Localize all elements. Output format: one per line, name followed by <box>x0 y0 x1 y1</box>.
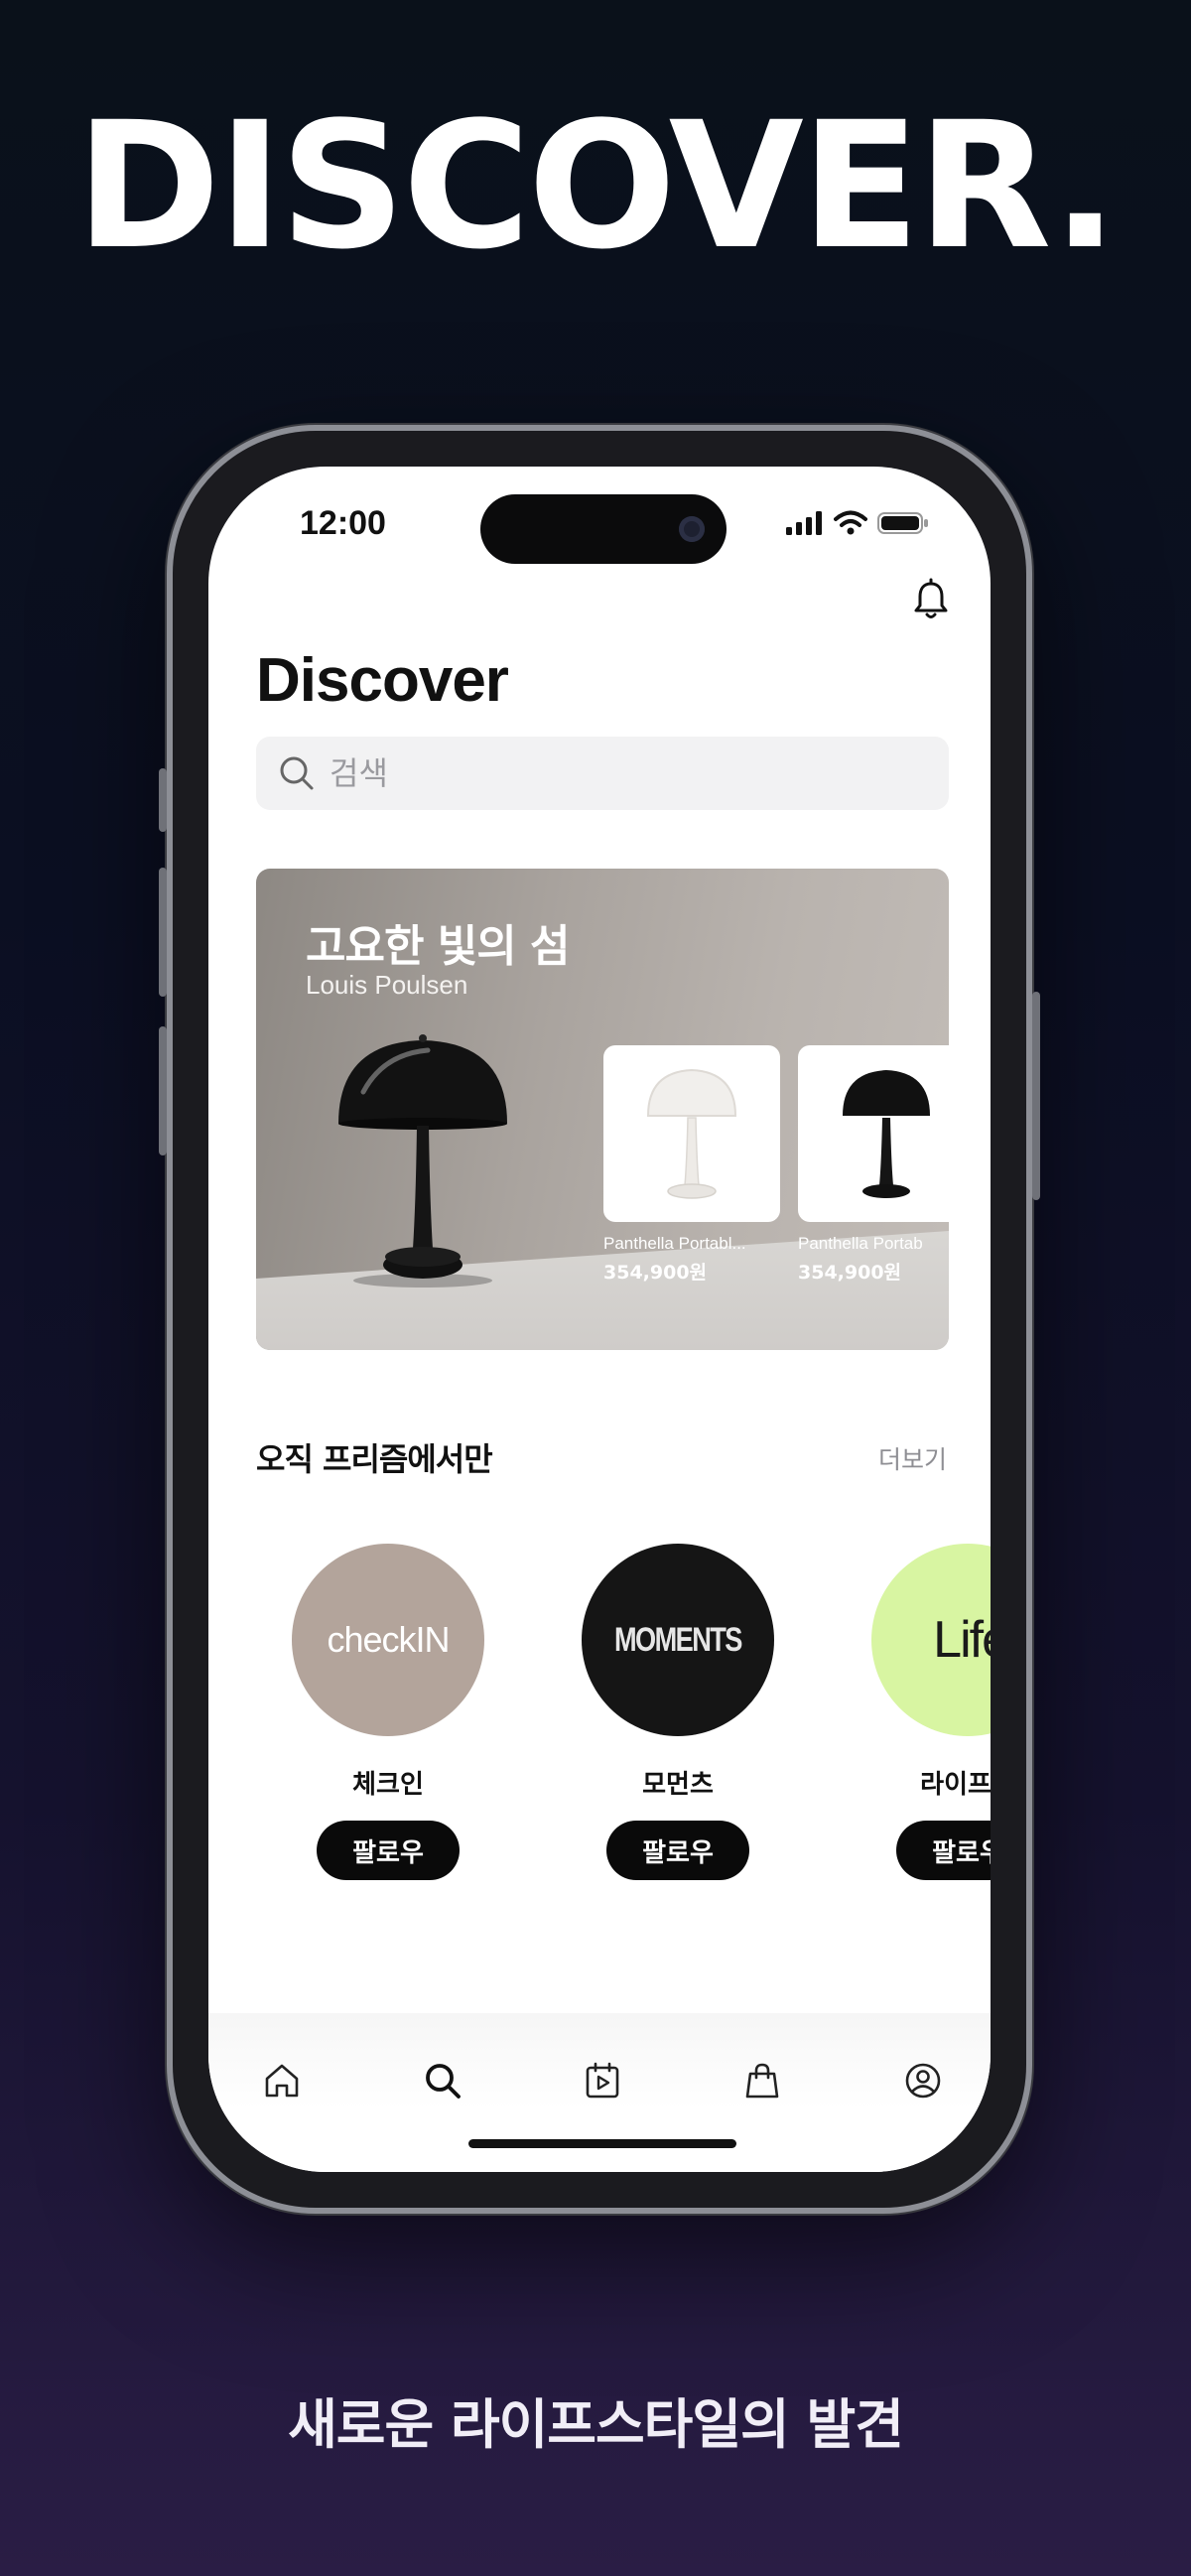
video-calendar-icon <box>586 2062 619 2099</box>
brand-name: 체크인 <box>352 1770 424 1800</box>
black-lamp-image <box>843 1070 930 1198</box>
product-thumbnail <box>603 1045 780 1222</box>
tab-home[interactable] <box>258 2057 306 2104</box>
brand-card[interactable]: LifeLo 라이프로 팔로우 <box>868 1544 991 1880</box>
brand-logo-text: MOMENTS <box>614 1620 742 1659</box>
follow-button[interactable]: 팔로우 <box>317 1821 460 1880</box>
profile-icon <box>905 2063 941 2099</box>
brand-name: 라이프로 <box>920 1770 991 1800</box>
phone-frame: 12:00 Discover 검색 고요한 빛의 섬 Louis Poulsen… <box>159 425 1040 2214</box>
featured-banner[interactable]: 고요한 빛의 섬 Louis Poulsen Panthella Portabl… <box>256 869 949 1350</box>
section-title: 오직 프리즘에서만 <box>256 1440 493 1478</box>
volume-up-button <box>159 868 167 997</box>
status-time: 12:00 <box>300 504 386 542</box>
marketing-tagline: 새로운 라이프스타일의 발견 <box>288 2393 904 2456</box>
tab-search[interactable] <box>419 2057 466 2104</box>
product-card[interactable]: Panthella Portabl... 354,900원 <box>603 1045 780 1285</box>
banner-title: 고요한 빛의 섬 <box>306 921 571 972</box>
white-lamp-image <box>646 1068 737 1199</box>
wifi-icon <box>834 510 867 535</box>
cellular-signal-icon <box>786 511 822 535</box>
product-thumbnail <box>798 1045 949 1222</box>
banner-subtitle: Louis Poulsen <box>306 970 468 1000</box>
app-screen: 12:00 Discover 검색 고요한 빛의 섬 Louis Poulsen… <box>208 467 991 2172</box>
search-input[interactable] <box>328 753 887 793</box>
power-button <box>1032 992 1040 1200</box>
brand-name: 모먼츠 <box>642 1770 714 1800</box>
search-bar[interactable] <box>256 737 949 810</box>
home-icon <box>265 2064 299 2098</box>
see-more-link[interactable]: 더보기 <box>878 1440 947 1476</box>
follow-button[interactable]: 팔로우 <box>896 1821 991 1880</box>
search-icon <box>280 756 314 790</box>
shopping-bag-icon <box>745 2063 779 2099</box>
brand-card[interactable]: MOMENTS 모먼츠 팔로우 <box>579 1544 777 1880</box>
brand-logo[interactable]: checkIN <box>292 1544 484 1736</box>
page-title: Discover <box>256 646 509 715</box>
status-icons <box>786 510 929 536</box>
brand-logo[interactable]: LifeLo <box>871 1544 991 1736</box>
home-indicator[interactable] <box>468 2139 736 2148</box>
search-icon <box>426 2064 461 2099</box>
follow-button[interactable]: 팔로우 <box>606 1821 749 1880</box>
brand-card[interactable]: checkIN 체크인 팔로우 <box>289 1544 487 1880</box>
brand-logo-text: checkIN <box>327 1619 450 1660</box>
brand-logo-text: LifeLo <box>933 1611 991 1669</box>
action-button <box>159 768 167 832</box>
battery-icon <box>877 512 928 534</box>
product-name: Panthella Portabl... <box>603 1234 746 1253</box>
product-price: 354,900원 <box>798 1262 902 1284</box>
tab-shop[interactable] <box>738 2057 786 2104</box>
product-name: Panthella Portab <box>798 1234 923 1253</box>
camera-lens <box>679 516 705 542</box>
bell-icon[interactable] <box>907 576 955 623</box>
lamp-image <box>338 1034 507 1288</box>
tab-bar <box>208 2013 991 2172</box>
marketing-headline: DISCOVER. <box>75 84 1118 288</box>
product-price: 354,900원 <box>603 1262 708 1284</box>
brand-logo[interactable]: MOMENTS <box>582 1544 774 1736</box>
tab-profile[interactable] <box>899 2057 947 2104</box>
tab-video[interactable] <box>579 2057 626 2104</box>
volume-down-button <box>159 1026 167 1155</box>
product-card[interactable]: Panthella Portab 354,900원 <box>798 1045 949 1285</box>
dynamic-island <box>480 494 727 564</box>
